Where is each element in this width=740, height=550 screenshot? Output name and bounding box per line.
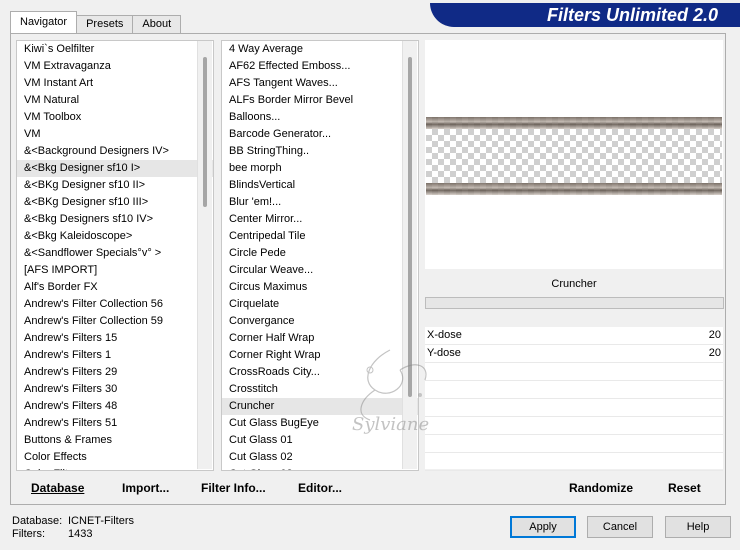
filter-info-button[interactable]: Filter Info...	[201, 479, 266, 497]
preview-pane	[425, 40, 723, 269]
preview-image	[426, 117, 722, 195]
filter-item[interactable]: Center Mirror...	[222, 211, 418, 228]
tab-about[interactable]: About	[132, 15, 182, 33]
import-button[interactable]: Import...	[122, 479, 169, 497]
category-item[interactable]: &<Bkg Designers sf10 IV>	[17, 211, 213, 228]
category-item[interactable]: Andrew's Filter Collection 59	[17, 313, 213, 330]
category-item[interactable]: VM Toolbox	[17, 109, 213, 126]
filter-item[interactable]: 4 Way Average	[222, 41, 418, 58]
category-item[interactable]: Andrew's Filters 30	[17, 381, 213, 398]
help-button[interactable]: Help	[665, 516, 731, 538]
filter-item[interactable]: Cirquelate	[222, 296, 418, 313]
filter-item[interactable]: BlindsVertical	[222, 177, 418, 194]
category-item[interactable]: &<Background Designers IV>	[17, 143, 213, 160]
filter-item[interactable]: AFS Tangent Waves...	[222, 75, 418, 92]
parameter-label: X-dose	[427, 329, 462, 341]
filter-item[interactable]: Balloons...	[222, 109, 418, 126]
editor-button[interactable]: Editor...	[298, 479, 342, 497]
filter-item[interactable]: Cut Glass 01	[222, 432, 418, 449]
tab-navigator[interactable]: Navigator	[10, 11, 78, 33]
filter-list[interactable]: 4 Way Average AF62 Effected Emboss... AFS …	[221, 40, 419, 471]
category-item[interactable]: &<BKg Designer sf10 III>	[17, 194, 213, 211]
filter-scrollbar[interactable]	[402, 41, 417, 469]
randomize-button[interactable]: Randomize	[569, 479, 633, 497]
filters-count: 1433	[68, 528, 93, 540]
category-item[interactable]: Andrew's Filters 48	[17, 398, 213, 415]
filter-item[interactable]: BB StringThing..	[222, 143, 418, 160]
database-label: Database:	[12, 515, 63, 527]
parameter-row[interactable]	[425, 417, 723, 435]
category-item[interactable]: VM	[17, 126, 213, 143]
parameter-label: Y-dose	[427, 347, 461, 359]
tab-strip: Navigator Presets About	[10, 11, 182, 33]
category-item[interactable]: Andrew's Filters 1	[17, 347, 213, 364]
filter-item[interactable]: Blur 'em!...	[222, 194, 418, 211]
category-scrollbar[interactable]	[197, 41, 212, 469]
filter-item[interactable]: Circle Pede	[222, 245, 418, 262]
selected-filter-name: Cruncher	[425, 274, 723, 294]
category-scroll-thumb[interactable]	[203, 57, 207, 207]
category-item[interactable]: &<Bkg Kaleidoscope>	[17, 228, 213, 245]
category-list[interactable]: Kiwi`s Oelfilter VM Extravaganza VM Instan…	[16, 40, 214, 471]
status-area: Database: ICNET-Filters Filters: 1433	[12, 515, 134, 541]
filter-item[interactable]: AF62 Effected Emboss...	[222, 58, 418, 75]
category-item[interactable]: Buttons & Frames	[17, 432, 213, 449]
progress-bar	[425, 297, 724, 309]
category-item[interactable]: &<BKg Designer sf10 II>	[17, 177, 213, 194]
parameter-row[interactable]: Y-dose 20	[425, 345, 723, 363]
reset-button[interactable]: Reset	[668, 479, 701, 497]
filter-item[interactable]: CrossRoads City...	[222, 364, 418, 381]
filter-scroll-thumb[interactable]	[408, 57, 412, 397]
parameter-row[interactable]: X-dose 20	[425, 327, 723, 345]
filter-item[interactable]: Centripedal Tile	[222, 228, 418, 245]
parameter-value[interactable]: 20	[709, 345, 721, 362]
category-item[interactable]: VM Natural	[17, 92, 213, 109]
preview-texture-bottom	[426, 183, 722, 195]
category-item[interactable]: VM Extravaganza	[17, 58, 213, 75]
category-item[interactable]: Color Effects	[17, 449, 213, 466]
category-item[interactable]: Andrew's Filters 51	[17, 415, 213, 432]
apply-button[interactable]: Apply	[510, 516, 576, 538]
filter-item[interactable]: Cut Glass BugEye	[222, 415, 418, 432]
filter-item[interactable]: Cruncher	[222, 398, 418, 415]
filter-item[interactable]: Barcode Generator...	[222, 126, 418, 143]
cancel-button[interactable]: Cancel	[587, 516, 653, 538]
filters-label: Filters:	[12, 528, 45, 540]
filter-item[interactable]: ALFs Border Mirror Bevel	[222, 92, 418, 109]
database-value: ICNET-Filters	[68, 515, 134, 527]
filter-item[interactable]: Crosstitch	[222, 381, 418, 398]
category-item[interactable]: Andrew's Filters 29	[17, 364, 213, 381]
filter-item[interactable]: Circus Maximus	[222, 279, 418, 296]
filter-item[interactable]: Corner Right Wrap	[222, 347, 418, 364]
database-button[interactable]: Database	[31, 479, 84, 497]
filter-item[interactable]: bee morph	[222, 160, 418, 177]
parameter-list: X-dose 20 Y-dose 20	[425, 327, 723, 471]
filter-item[interactable]: Convergance	[222, 313, 418, 330]
parameter-row[interactable]	[425, 435, 723, 453]
filter-item[interactable]: Cut Glass 03	[222, 466, 418, 470]
parameter-row[interactable]	[425, 453, 723, 471]
filter-item[interactable]: Corner Half Wrap	[222, 330, 418, 347]
category-item[interactable]: &<Bkg Designer sf10 I>	[17, 160, 213, 177]
category-item[interactable]: [AFS IMPORT]	[17, 262, 213, 279]
parameter-row[interactable]	[425, 399, 723, 417]
category-item[interactable]: Kiwi`s Oelfilter	[17, 41, 213, 58]
parameter-row[interactable]	[425, 381, 723, 399]
filter-item[interactable]: Cut Glass 02	[222, 449, 418, 466]
category-item[interactable]: Color Filters	[17, 466, 213, 470]
preview-texture-top	[426, 117, 722, 129]
category-item[interactable]: Andrew's Filters 15	[17, 330, 213, 347]
app-title: Filters Unlimited 2.0	[546, 5, 718, 25]
category-item[interactable]: VM Instant Art	[17, 75, 213, 92]
category-item[interactable]: &<Sandflower Specials°v° >	[17, 245, 213, 262]
parameter-value[interactable]: 20	[709, 327, 721, 344]
category-item[interactable]: Andrew's Filter Collection 56	[17, 296, 213, 313]
tab-presets[interactable]: Presets	[76, 15, 134, 33]
category-item[interactable]: Alf's Border FX	[17, 279, 213, 296]
parameter-row[interactable]	[425, 363, 723, 381]
filter-item[interactable]: Circular Weave...	[222, 262, 418, 279]
